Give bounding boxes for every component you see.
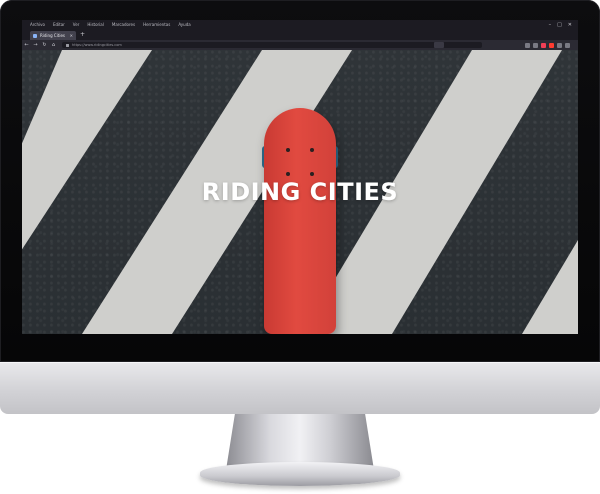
close-tab-icon[interactable]: ✕ <box>70 31 73 40</box>
tab-title: Riding Cities <box>40 33 66 38</box>
monitor-stand-base <box>200 462 400 486</box>
menu-item-help[interactable]: Ayuda <box>178 20 190 30</box>
pocket-icon[interactable] <box>541 42 546 48</box>
page-viewport: RIDING CITIES <box>22 50 578 334</box>
favicon-icon <box>33 33 37 38</box>
monitor-chin <box>0 362 600 414</box>
menu-item-bookmarks[interactable]: Marcadores <box>112 20 135 30</box>
window-controls: – □ ✕ <box>549 20 572 30</box>
url-text: https://www.ridingcities.com <box>72 43 122 47</box>
new-tab-icon[interactable]: + <box>80 30 85 40</box>
menu-item-history[interactable]: Historial <box>87 20 104 30</box>
browser-tab-bar: Riding Cities ✕ + <box>22 30 578 40</box>
extension-icon[interactable] <box>533 42 538 48</box>
menu-item-edit[interactable]: Editar <box>53 20 65 30</box>
extension-icon[interactable] <box>557 42 562 48</box>
forward-icon[interactable]: → <box>31 40 40 50</box>
tab-riding-cities[interactable]: Riding Cities ✕ <box>30 31 76 40</box>
menu-icon[interactable] <box>565 42 570 48</box>
reload-icon[interactable]: ↻ <box>40 40 49 50</box>
address-bar[interactable]: https://www.ridingcities.com <box>62 42 482 48</box>
menu-item-tools[interactable]: Herramientas <box>143 20 170 30</box>
screen: Archivo Editar Ver Historial Marcadores … <box>22 20 578 334</box>
home-icon[interactable]: ⌂ <box>49 40 58 50</box>
hero-title: RIDING CITIES <box>201 178 399 206</box>
menu-item-file[interactable]: Archivo <box>30 20 45 30</box>
maximize-icon[interactable]: □ <box>557 20 562 30</box>
close-window-icon[interactable]: ✕ <box>568 20 572 30</box>
browser-menu-bar: Archivo Editar Ver Historial Marcadores … <box>22 20 578 30</box>
extension-icons <box>525 42 570 48</box>
browser-nav-bar: ← → ↻ ⌂ https://www.ridingcities.com <box>22 40 578 50</box>
extension-icon[interactable] <box>549 42 554 48</box>
monitor-mockup: Archivo Editar Ver Historial Marcadores … <box>0 0 600 494</box>
extension-icon[interactable] <box>525 42 530 48</box>
reader-view-icon[interactable] <box>434 42 444 48</box>
back-icon[interactable]: ← <box>22 40 31 50</box>
minimize-icon[interactable]: – <box>549 20 552 30</box>
lock-icon <box>66 43 69 47</box>
menu-item-view[interactable]: Ver <box>73 20 80 30</box>
